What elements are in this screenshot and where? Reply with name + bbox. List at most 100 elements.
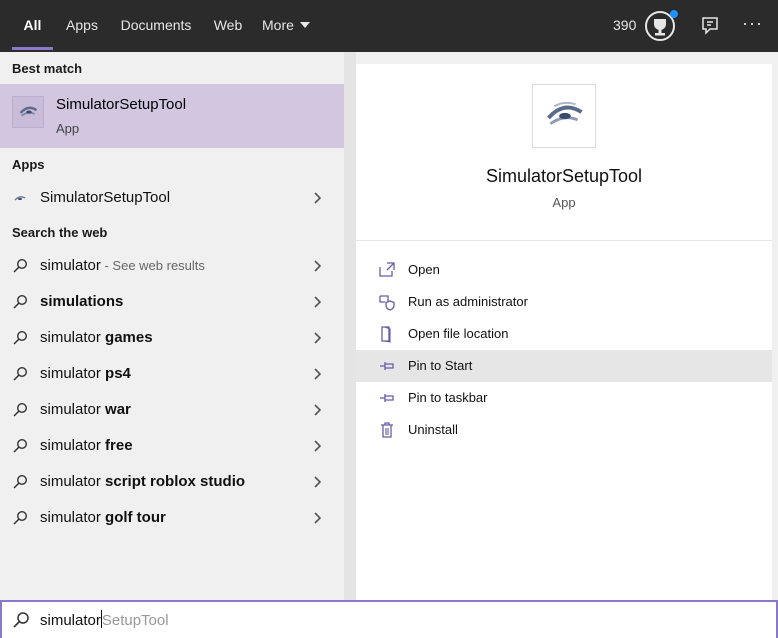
action-label: Run as administrator <box>408 294 528 309</box>
web-result-bold: games <box>105 329 153 346</box>
web-result-label: simulator free <box>40 428 133 464</box>
action-label: Pin to taskbar <box>408 390 488 405</box>
preview-app-name: SimulatorSetupTool <box>485 166 643 186</box>
action-label: Open file location <box>408 326 509 341</box>
chevron-right-icon[interactable] <box>312 260 324 272</box>
web-result-label: simulator ps4 <box>40 356 131 392</box>
search-icon <box>13 612 29 628</box>
search-icon <box>13 330 28 345</box>
chevron-right-icon[interactable] <box>312 440 324 452</box>
action-label: Pin to Start <box>408 358 473 373</box>
tab-all[interactable]: All <box>12 0 53 52</box>
web-result-plain: simulator <box>40 329 106 346</box>
best-match-subtitle: App <box>56 121 80 136</box>
search-icon <box>13 258 28 273</box>
chevron-right-icon[interactable] <box>312 332 324 344</box>
web-result-item[interactable]: simulator golf tour <box>0 500 344 536</box>
chevron-right-icon[interactable] <box>312 296 324 308</box>
web-result-label: simulator war <box>40 392 131 428</box>
results-panel: Best match SimulatorSetupTool App Apps S… <box>0 52 344 600</box>
chevron-right-icon[interactable] <box>312 404 324 416</box>
web-result-label: simulator golf tour <box>40 500 166 536</box>
open-action[interactable]: Open <box>356 254 772 286</box>
search-typed-text: simulator <box>40 612 101 629</box>
tab-apps[interactable]: Apps <box>62 0 102 52</box>
apps-heading: Apps <box>12 157 45 172</box>
web-result-item[interactable]: simulator war <box>0 392 344 428</box>
web-result-label: simulator script roblox studio <box>40 464 245 500</box>
chevron-right-icon[interactable] <box>312 192 324 204</box>
web-result-bold: war <box>105 401 131 418</box>
web-result-plain: simulator <box>40 473 106 490</box>
app-result-rest: SetupTool <box>103 189 171 206</box>
more-options-icon[interactable]: ··· <box>742 0 763 52</box>
search-icon <box>13 510 28 525</box>
web-result-bold: simulations <box>40 293 124 310</box>
search-icon <box>13 438 28 453</box>
web-result-bold: ps4 <box>105 365 131 382</box>
web-result-plain: simulator <box>40 401 106 418</box>
web-result-item[interactable]: simulator free <box>0 428 344 464</box>
app-icon <box>12 96 44 128</box>
tab-more[interactable]: More <box>262 0 320 52</box>
web-result-item[interactable]: simulator ps4 <box>0 356 344 392</box>
search-icon <box>13 402 28 417</box>
pin-to-start-action[interactable]: Pin to Start <box>356 350 772 382</box>
search-filter-bar: All Apps Documents Web More 390 ··· <box>0 0 778 52</box>
web-result-hint: - See web results <box>100 258 205 273</box>
uninstall-action[interactable]: Uninstall <box>356 414 772 446</box>
trash-icon <box>381 422 393 438</box>
divider <box>356 240 772 241</box>
web-result-label: simulations <box>40 284 123 320</box>
pin-icon <box>380 394 394 402</box>
web-result-label: simulator games <box>40 320 153 356</box>
web-result-bold: script roblox studio <box>105 473 246 490</box>
open-icon <box>379 262 395 277</box>
pin-icon <box>380 362 394 370</box>
open-file-location-action[interactable]: Open file location <box>356 318 772 350</box>
search-web-heading: Search the web <box>12 225 108 240</box>
web-result-item[interactable]: simulator - See web results <box>0 248 344 284</box>
file-location-icon <box>381 326 391 343</box>
feedback-icon[interactable] <box>700 16 720 36</box>
web-result-label: simulator - See web results <box>40 248 205 284</box>
preview-app-type: App <box>552 195 576 210</box>
tab-web[interactable]: Web <box>210 0 246 52</box>
notification-badge <box>670 10 678 18</box>
tab-documents[interactable]: Documents <box>118 0 194 52</box>
web-result-bold: free <box>105 437 133 454</box>
best-match-title: SimulatorSetupTool <box>56 96 186 113</box>
search-icon <box>13 474 28 489</box>
web-result-item[interactable]: simulator games <box>0 320 344 356</box>
run-as-administrator-action[interactable]: Run as administrator <box>356 286 772 318</box>
best-match-title-bold: Simulator <box>56 96 120 113</box>
web-result-item[interactable]: simulations <box>0 284 344 320</box>
best-match-item[interactable]: SimulatorSetupTool App <box>0 84 344 148</box>
web-result-bold: golf tour <box>105 509 166 526</box>
chevron-right-icon[interactable] <box>312 512 324 524</box>
search-box[interactable]: simulatorSetupTool <box>0 600 778 638</box>
search-input[interactable]: simulatorSetupTool <box>40 602 169 638</box>
tab-more-label: More <box>262 17 294 33</box>
app-small-icon <box>14 196 26 201</box>
web-result-plain: simulator <box>40 437 106 454</box>
search-autocomplete: SetupTool <box>101 612 169 629</box>
web-result-plain: simulator <box>40 365 106 382</box>
chevron-right-icon[interactable] <box>312 368 324 380</box>
action-label: Open <box>408 262 440 277</box>
panel-separator <box>344 52 356 600</box>
app-result-bold: Simulator <box>40 189 104 206</box>
best-match-heading: Best match <box>12 61 83 76</box>
shield-icon <box>379 295 395 311</box>
search-icon <box>13 366 28 381</box>
web-result-item[interactable]: simulator script roblox studio <box>0 464 344 500</box>
pin-to-taskbar-action[interactable]: Pin to taskbar <box>356 382 772 414</box>
app-large-icon <box>532 84 596 148</box>
app-result-label: SimulatorSetupTool <box>40 180 170 216</box>
active-tab-indicator <box>12 47 53 50</box>
chevron-down-icon <box>299 22 310 28</box>
search-icon <box>13 294 28 309</box>
app-result-item[interactable]: SimulatorSetupTool <box>0 180 344 216</box>
chevron-right-icon[interactable] <box>312 476 324 488</box>
rewards-points[interactable]: 390 <box>613 0 636 52</box>
